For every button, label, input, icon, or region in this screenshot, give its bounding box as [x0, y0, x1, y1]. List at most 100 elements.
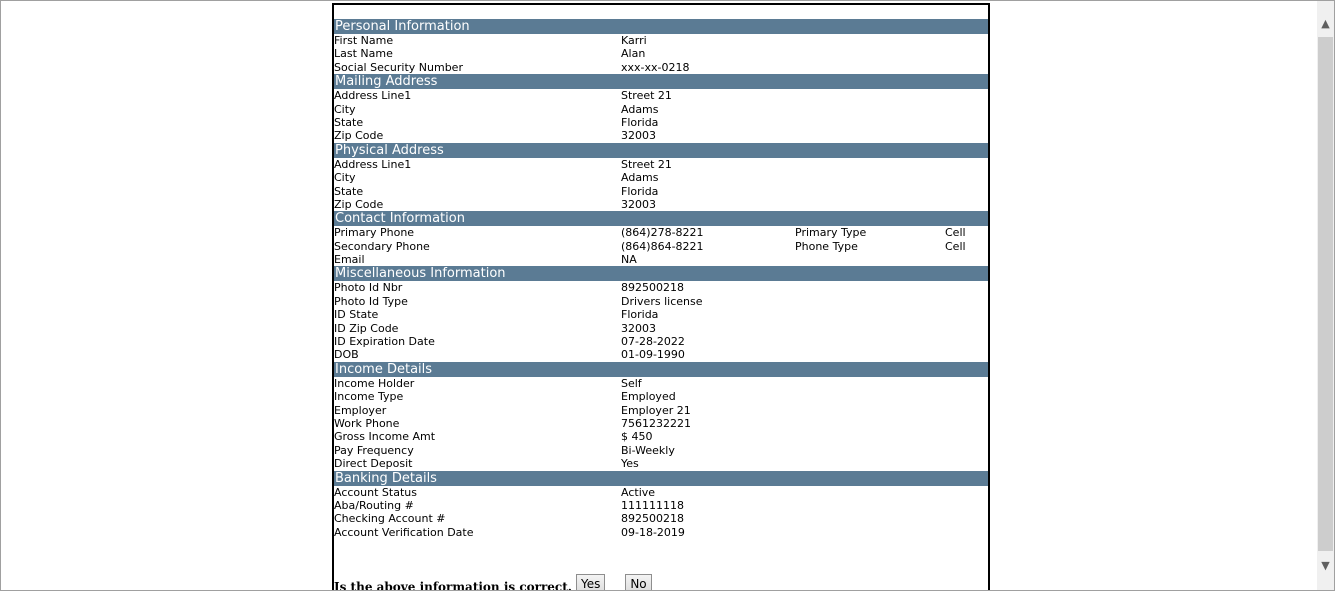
- field-label: Income Type: [334, 390, 404, 404]
- field-label: State: [334, 115, 364, 129]
- detail-row: First Name Karri: [334, 34, 988, 47]
- detail-row: State Florida: [334, 185, 988, 198]
- field-label: Zip Code: [334, 129, 384, 143]
- yes-button[interactable]: Yes: [575, 574, 606, 590]
- field-value: Adams: [621, 102, 659, 116]
- detail-row: Photo Id Nbr 892500218: [334, 281, 988, 294]
- field-value-secondary: Cell: [945, 226, 966, 240]
- field-label: Social Security Number: [334, 60, 463, 74]
- no-button[interactable]: No: [625, 574, 652, 590]
- field-value-secondary: Cell: [945, 239, 966, 253]
- field-value: 892500218: [621, 512, 684, 526]
- detail-row: Checking Account # 892500218: [334, 512, 988, 525]
- detail-row: Income Holder Self: [334, 377, 988, 390]
- detail-row: Direct Deposit Yes: [334, 457, 988, 470]
- detail-row: Aba/Routing # 111111118: [334, 499, 988, 512]
- field-value: 01-09-1990: [621, 348, 685, 362]
- field-value: Florida: [621, 184, 659, 198]
- detail-row: Secondary Phone (864)864-8221 Phone Type Ce…: [334, 240, 988, 253]
- section-header: Contact Information: [334, 211, 988, 227]
- detail-row: Primary Phone (864)278-8221 Primary Type Ce…: [334, 226, 988, 239]
- field-label-secondary: Primary Type: [795, 226, 867, 240]
- field-label: Photo Id Type: [334, 294, 408, 308]
- detail-row: Social Security Number xxx-xx-0218: [334, 61, 988, 74]
- detail-row: Gross Income Amt $ 450: [334, 430, 988, 443]
- field-value: Alan: [621, 47, 646, 61]
- field-value: 111111118: [621, 498, 684, 512]
- field-label: City: [334, 102, 356, 116]
- chevron-down-icon[interactable]: ▼: [1317, 557, 1334, 574]
- field-value: (864)864-8221: [621, 239, 704, 253]
- detail-row: Employer Employer 21: [334, 404, 988, 417]
- field-label: Last Name: [334, 47, 393, 61]
- detail-row: ID Zip Code 32003: [334, 322, 988, 335]
- field-value: $ 450: [621, 430, 653, 444]
- field-label: Gross Income Amt: [334, 430, 436, 444]
- detail-row: Income Type Employed: [334, 390, 988, 403]
- detail-row: DOB 01-09-1990: [334, 348, 988, 361]
- field-value: NA: [621, 253, 637, 267]
- field-value: Florida: [621, 308, 659, 322]
- detail-row: Account Status Active: [334, 486, 988, 499]
- section-header: Miscellaneous Information: [334, 266, 988, 282]
- section-header: Mailing Address: [334, 74, 988, 90]
- field-value: Karri: [621, 34, 647, 47]
- field-value: Drivers license: [621, 294, 703, 308]
- field-value: 32003: [621, 129, 656, 143]
- field-label: Email: [334, 253, 365, 267]
- field-value: xxx-xx-0218: [621, 60, 690, 74]
- field-value: 892500218: [621, 281, 684, 295]
- section-header: Banking Details: [334, 470, 988, 486]
- field-value: Street 21: [621, 89, 672, 103]
- field-value: Employed: [621, 390, 676, 404]
- detail-row: City Adams: [334, 103, 988, 116]
- field-label: Work Phone: [334, 416, 400, 430]
- field-label: Income Holder: [334, 376, 415, 390]
- detail-row: Account Verification Date 09-18-2019: [334, 526, 988, 539]
- field-label: ID State: [334, 308, 379, 322]
- field-value: (864)278-8221: [621, 226, 704, 240]
- browser-viewport: Personal Information First Name Karri Last …: [0, 0, 1335, 591]
- details-content: Personal Information First Name Karri Last …: [334, 19, 988, 539]
- field-value: Active: [621, 485, 656, 499]
- field-label: ID Expiration Date: [334, 335, 435, 349]
- field-value: Self: [621, 376, 642, 390]
- confirmation-panel: Personal Information First Name Karri Last …: [332, 3, 990, 591]
- confirmation-question: Is the above information is correct.: [334, 580, 572, 591]
- field-value: 09-18-2019: [621, 525, 685, 539]
- field-label: City: [334, 171, 356, 185]
- field-value: 7561232221: [621, 416, 691, 430]
- detail-row: Address Line1 Street 21: [334, 158, 988, 171]
- field-value: Employer 21: [621, 403, 691, 417]
- section-header: Physical Address: [334, 142, 988, 158]
- detail-row: Photo Id Type Drivers license: [334, 295, 988, 308]
- field-label: First Name: [334, 34, 394, 47]
- field-label: Aba/Routing #: [334, 498, 414, 512]
- field-value: 32003: [621, 321, 656, 335]
- field-label: Checking Account #: [334, 512, 446, 526]
- detail-row: State Florida: [334, 116, 988, 129]
- field-value: Adams: [621, 171, 659, 185]
- detail-row: Email NA: [334, 253, 988, 266]
- field-label: Account Status: [334, 485, 417, 499]
- detail-row: ID State Florida: [334, 308, 988, 321]
- chevron-up-icon[interactable]: ▲: [1317, 15, 1334, 32]
- vertical-scrollbar[interactable]: ▲ ▼: [1317, 1, 1334, 590]
- field-label: Primary Phone: [334, 226, 415, 240]
- field-label: Account Verification Date: [334, 525, 474, 539]
- field-value: 32003: [621, 197, 656, 211]
- field-label: State: [334, 184, 364, 198]
- field-label: Zip Code: [334, 197, 384, 211]
- detail-row: Zip Code 32003: [334, 129, 988, 142]
- field-value: Bi-Weekly: [621, 443, 675, 457]
- detail-row: Zip Code 32003: [334, 198, 988, 211]
- detail-row: Pay Frequency Bi-Weekly: [334, 444, 988, 457]
- field-label: Address Line1: [334, 157, 412, 171]
- field-value: Yes: [621, 457, 639, 471]
- scroll-thumb[interactable]: [1318, 37, 1333, 551]
- confirmation-bar: Is the above information is correct. Yes…: [334, 570, 672, 591]
- section-header: Personal Information: [334, 19, 988, 34]
- field-value: 07-28-2022: [621, 335, 685, 349]
- field-value: Florida: [621, 115, 659, 129]
- field-label: ID Zip Code: [334, 321, 399, 335]
